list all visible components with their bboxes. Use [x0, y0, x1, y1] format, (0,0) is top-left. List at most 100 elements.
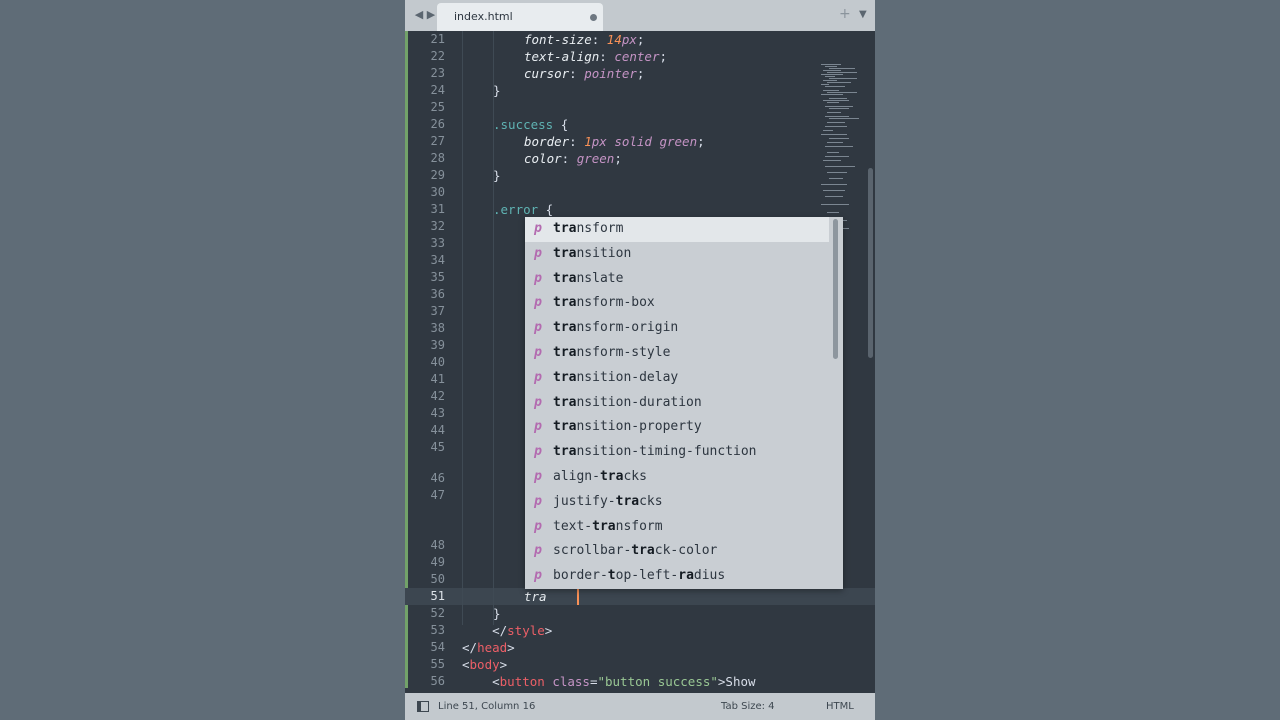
autocomplete-item[interactable]: p transition-property [525, 415, 829, 440]
line-number: 29 [430, 168, 445, 182]
autocomplete-item[interactable]: p transition-delay [525, 366, 829, 391]
line-number: 28 [430, 151, 445, 165]
line-number: 48 [430, 538, 445, 552]
property-kind-icon: p [534, 469, 542, 484]
back-arrow-icon[interactable]: ◀ [414, 8, 424, 22]
minimap-line [821, 74, 843, 75]
minimap-line [827, 142, 843, 143]
autocomplete-label: transition-duration [553, 394, 702, 410]
minimap-line [825, 146, 853, 147]
code-line: </head> [462, 640, 515, 655]
vertical-scrollbar[interactable] [868, 168, 873, 358]
line-number: 27 [430, 134, 445, 148]
cursor-position: Line 51, Column 16 [438, 701, 536, 712]
tab-menu-chevron-icon[interactable]: ▼ [859, 9, 867, 20]
minimap-line [825, 106, 853, 107]
tab-bar: ◀ ▶ index.html + ▼ [405, 0, 875, 31]
autocomplete-item[interactable]: p scrollbar-track-color [525, 539, 829, 564]
autocomplete-label: border-top-left-radius [553, 568, 726, 584]
line-number: 38 [430, 321, 445, 335]
code-line: </style> [462, 623, 553, 638]
minimap-line [821, 204, 849, 205]
code-line: text-align: center; [524, 49, 668, 64]
minimap-line [821, 84, 829, 85]
new-tab-plus-icon[interactable]: + [839, 6, 851, 22]
code-line: .success { [493, 117, 569, 132]
autocomplete-popup: p transform p transition p translate p transfor… [525, 217, 843, 589]
minimap-line [825, 86, 845, 87]
tab-index-html[interactable]: index.html [437, 3, 603, 31]
line-number: 55 [430, 657, 445, 671]
property-kind-icon: p [534, 369, 542, 385]
line-number: 50 [430, 572, 445, 586]
autocomplete-label: text-transform [553, 518, 663, 534]
autocomplete-label: transform-style [553, 345, 671, 360]
line-number: 32 [430, 219, 445, 233]
minimap-line [823, 90, 839, 91]
line-number: 23 [430, 66, 445, 80]
autocomplete-scrollbar[interactable] [833, 219, 838, 359]
property-kind-icon: p [534, 518, 542, 534]
autocomplete-label: align-tracks [553, 469, 647, 484]
unsaved-dot-icon[interactable] [590, 14, 597, 21]
line-number: 45 [430, 440, 445, 454]
autocomplete-label: transform-box [553, 295, 655, 311]
code-line: <button class="button success">Show [462, 674, 756, 688]
autocomplete-item[interactable]: p transition [525, 242, 829, 267]
code-line: <body> [462, 657, 508, 672]
autocomplete-item[interactable]: p translate [525, 267, 829, 292]
autocomplete-item[interactable]: p transform [525, 217, 829, 242]
autocomplete-label: transition-property [553, 419, 702, 435]
property-kind-icon: p [534, 320, 542, 336]
line-number: 53 [430, 623, 445, 637]
minimap-line [825, 76, 835, 77]
minimap-line [827, 102, 839, 103]
minimap-line [829, 138, 849, 139]
autocomplete-item[interactable]: p transition-timing-function [525, 440, 829, 465]
autocomplete-item[interactable]: p align-tracks [525, 465, 829, 490]
panel-toggle-icon[interactable] [417, 701, 429, 712]
minimap-line [825, 116, 849, 117]
tab-size-selector[interactable]: Tab Size: 4 [721, 701, 775, 712]
property-kind-icon: p [534, 419, 542, 435]
autocomplete-item[interactable]: p transition-duration [525, 391, 829, 416]
code-line: .error { [493, 202, 554, 217]
line-number: 39 [430, 338, 445, 352]
autocomplete-item[interactable]: p transform-box [525, 291, 829, 316]
property-kind-icon: p [534, 493, 542, 509]
forward-arrow-icon[interactable]: ▶ [426, 8, 436, 22]
property-kind-icon: p [534, 394, 542, 410]
minimap-line [829, 78, 857, 79]
autocomplete-item[interactable]: p transform-style [525, 341, 829, 366]
autocomplete-item[interactable]: p justify-tracks [525, 490, 829, 515]
line-number: 47 [430, 488, 445, 502]
minimap-line [827, 122, 845, 123]
minimap-line [827, 92, 857, 93]
autocomplete-label: transition [553, 245, 632, 261]
minimap-line [823, 80, 837, 81]
code-line: border: 1px solid green; [524, 134, 705, 149]
syntax-selector[interactable]: HTML [826, 701, 854, 712]
property-kind-icon: p [534, 270, 542, 286]
minimap-line [821, 184, 847, 185]
line-number: 51 [430, 589, 445, 603]
minimap-line [827, 82, 851, 83]
text-caret [577, 588, 579, 605]
minimap-line [827, 112, 841, 113]
code-line: font-size: 14px; [524, 32, 645, 47]
minimap-line [825, 196, 843, 197]
minimap-line [829, 118, 859, 119]
line-number: 33 [430, 236, 445, 250]
code-line: } [493, 606, 501, 621]
line-number: 34 [430, 253, 445, 267]
autocomplete-item[interactable]: p transform-origin [525, 316, 829, 341]
minimap-line [823, 100, 849, 101]
property-kind-icon: p [534, 444, 542, 460]
line-number: 54 [430, 640, 445, 654]
minimap-line [829, 98, 847, 99]
code-line: color: green; [524, 151, 622, 166]
autocomplete-item[interactable]: p text-transform [525, 515, 829, 540]
minimap-line [829, 108, 849, 109]
minimap-line [825, 126, 847, 127]
autocomplete-item[interactable]: p border-top-left-radius [525, 564, 829, 589]
